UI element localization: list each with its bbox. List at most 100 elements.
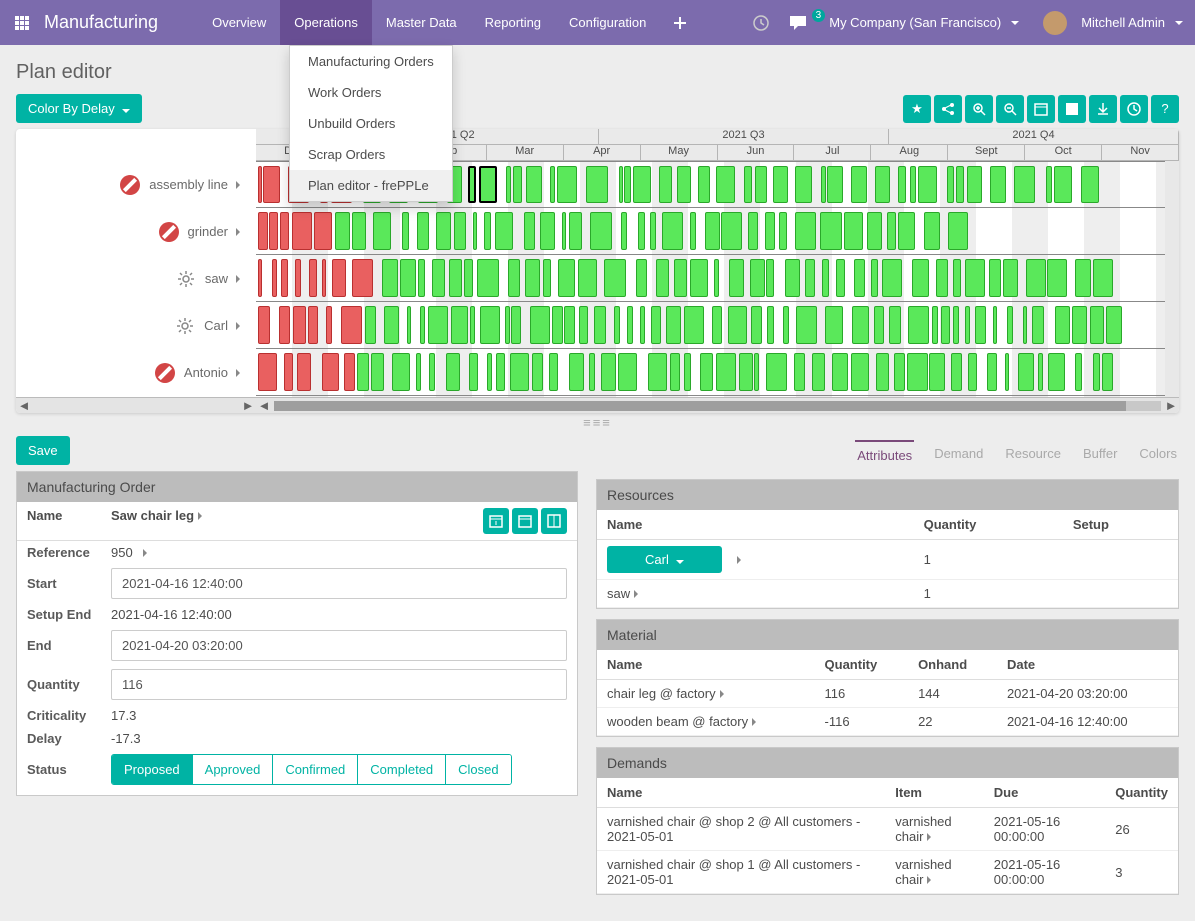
gantt-bar[interactable] bbox=[446, 353, 460, 391]
gantt-bar[interactable] bbox=[402, 212, 409, 250]
gantt-bar[interactable] bbox=[640, 306, 644, 344]
gantt-bar[interactable] bbox=[524, 212, 534, 250]
user-menu[interactable]: Mitchell Admin bbox=[1031, 0, 1195, 45]
gantt-bar[interactable] bbox=[779, 212, 788, 250]
gantt-bar[interactable] bbox=[714, 259, 719, 297]
gantt-bar[interactable] bbox=[705, 212, 720, 250]
gantt-bar[interactable] bbox=[754, 353, 759, 391]
gantt-bar[interactable] bbox=[280, 212, 289, 250]
resource-row[interactable]: Antonio bbox=[16, 349, 256, 396]
gantt-bar[interactable] bbox=[432, 259, 445, 297]
nav-configuration[interactable]: Configuration bbox=[555, 0, 660, 45]
gantt-bar[interactable] bbox=[1102, 353, 1114, 391]
gantt-bar[interactable] bbox=[851, 166, 867, 203]
start-input[interactable] bbox=[111, 568, 567, 599]
gantt-bar[interactable] bbox=[619, 166, 623, 203]
gantt-bar[interactable] bbox=[805, 259, 815, 297]
gantt-bar[interactable] bbox=[373, 212, 392, 250]
gantt-bar[interactable] bbox=[825, 306, 843, 344]
resource-pill[interactable]: Carl bbox=[607, 546, 722, 573]
gantt-left-scroll[interactable]: ◄► ◄ ► bbox=[16, 397, 1179, 413]
gantt-bar[interactable] bbox=[371, 353, 384, 391]
nav-operations[interactable]: Operations bbox=[280, 0, 372, 45]
gantt-bar[interactable] bbox=[506, 166, 512, 203]
gantt-bar[interactable] bbox=[953, 306, 959, 344]
gantt-bar[interactable] bbox=[309, 259, 317, 297]
gantt-bar[interactable] bbox=[670, 353, 680, 391]
gantt-bar[interactable] bbox=[532, 353, 543, 391]
gantt-bar[interactable] bbox=[773, 166, 788, 203]
gantt-bar[interactable] bbox=[748, 212, 757, 250]
download-icon[interactable] bbox=[1089, 95, 1117, 123]
gantt-bar[interactable] bbox=[844, 212, 863, 250]
quantity-input[interactable] bbox=[111, 669, 567, 700]
nav-plus-icon[interactable] bbox=[660, 0, 700, 45]
gantt-bar[interactable] bbox=[912, 259, 928, 297]
gantt-bar[interactable] bbox=[887, 212, 895, 250]
help-icon[interactable]: ? bbox=[1151, 95, 1179, 123]
gantt-bar[interactable] bbox=[932, 306, 938, 344]
gantt-bar[interactable] bbox=[344, 353, 356, 391]
gantt-bar[interactable] bbox=[794, 353, 805, 391]
gantt-bar[interactable] bbox=[1032, 306, 1044, 344]
gantt-bar[interactable] bbox=[1026, 259, 1046, 297]
gantt-bar[interactable] bbox=[867, 212, 883, 250]
company-selector[interactable]: My Company (San Francisco) bbox=[817, 0, 1031, 45]
gantt-bar[interactable] bbox=[258, 306, 270, 344]
gantt-bar[interactable] bbox=[295, 259, 301, 297]
gantt-bar[interactable] bbox=[525, 259, 540, 297]
gantt-bar[interactable] bbox=[871, 259, 878, 297]
gantt-bar[interactable] bbox=[589, 353, 596, 391]
gantt-bar[interactable] bbox=[416, 353, 420, 391]
gantt-bar[interactable] bbox=[1047, 259, 1067, 297]
gantt-bar[interactable] bbox=[335, 212, 351, 250]
dd-unbuild-orders[interactable]: Unbuild Orders bbox=[290, 108, 452, 139]
gantt-bar[interactable] bbox=[601, 353, 616, 391]
gantt-bar[interactable] bbox=[728, 306, 747, 344]
gantt-bar[interactable] bbox=[510, 353, 529, 391]
gantt-bar[interactable] bbox=[550, 166, 555, 203]
gantt-bar[interactable] bbox=[495, 212, 513, 250]
gantt-bar[interactable] bbox=[832, 353, 848, 391]
gantt-bar[interactable] bbox=[766, 259, 774, 297]
gantt-bar[interactable] bbox=[951, 353, 963, 391]
gantt-bar[interactable] bbox=[1106, 306, 1122, 344]
gantt-bar[interactable] bbox=[656, 259, 669, 297]
gantt-bar[interactable] bbox=[716, 166, 734, 203]
gantt-bar[interactable] bbox=[827, 166, 843, 203]
gantt-bar[interactable] bbox=[650, 212, 656, 250]
gantt-bar[interactable] bbox=[279, 306, 289, 344]
gantt-bar[interactable] bbox=[400, 259, 416, 297]
gantt-bar[interactable] bbox=[1090, 306, 1104, 344]
gantt-bar[interactable] bbox=[470, 306, 476, 344]
gantt-bar[interactable] bbox=[1007, 306, 1013, 344]
gantt-bar[interactable] bbox=[662, 212, 683, 250]
gantt-bar[interactable] bbox=[552, 306, 563, 344]
clock-icon[interactable] bbox=[743, 15, 779, 31]
gantt-bar[interactable] bbox=[511, 306, 521, 344]
gantt-bar[interactable] bbox=[739, 353, 753, 391]
gantt-bar[interactable] bbox=[479, 166, 497, 203]
end-input[interactable] bbox=[111, 630, 567, 661]
gantt-bar[interactable] bbox=[1018, 353, 1035, 391]
gantt-bar[interactable] bbox=[796, 306, 817, 344]
gantt-bar[interactable] bbox=[293, 306, 307, 344]
gantt-bar[interactable] bbox=[1075, 353, 1082, 391]
gantt-bar[interactable] bbox=[666, 306, 681, 344]
gantt-bar[interactable] bbox=[352, 259, 373, 297]
gantt-bar[interactable] bbox=[417, 212, 429, 250]
brand[interactable]: Manufacturing bbox=[44, 12, 158, 33]
gantt-bar[interactable] bbox=[898, 212, 914, 250]
resource-row[interactable]: grinder bbox=[16, 208, 256, 255]
gantt-bar[interactable] bbox=[929, 353, 945, 391]
columns-icon[interactable] bbox=[541, 508, 567, 534]
gantt-bar[interactable] bbox=[894, 353, 905, 391]
gantt-bar[interactable] bbox=[332, 259, 346, 297]
gantt-bar[interactable] bbox=[874, 306, 884, 344]
gantt-bar[interactable] bbox=[989, 259, 1001, 297]
gantt-bar[interactable] bbox=[322, 353, 339, 391]
resource-row[interactable]: saw bbox=[16, 255, 256, 302]
gantt-bar[interactable] bbox=[898, 166, 907, 203]
gantt-bar[interactable] bbox=[420, 306, 424, 344]
gantt-bar[interactable] bbox=[918, 166, 937, 203]
